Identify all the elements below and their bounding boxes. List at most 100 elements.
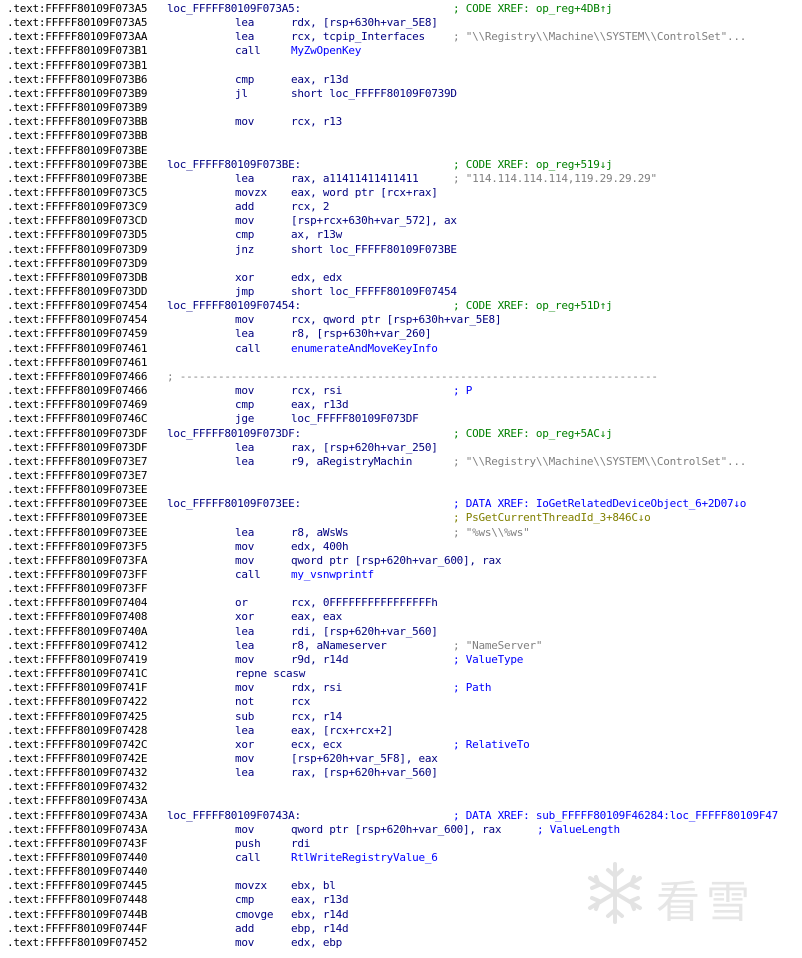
cross-reference-comment: ; PsGetCurrentThreadId_3+846C↓o <box>453 511 651 525</box>
instruction-operands: rdi, [rsp+620h+var_560] <box>291 624 438 638</box>
listing-line[interactable]: .text:FFFFF80109F073EE loc_FFFFF80109F073… <box>7 497 802 511</box>
listing-line[interactable]: .text:FFFFF80109F0741F mov rdx, rsi ; Path <box>7 681 802 695</box>
listing-line[interactable]: .text:FFFFF80109F073E7 <box>7 469 802 483</box>
cross-reference-comment: ; CODE XREF: op_reg+5AC↓j <box>453 426 613 440</box>
listing-line[interactable]: .text:FFFFF80109F0741C repne scasw <box>7 667 802 681</box>
listing-line[interactable]: .text:FFFFF80109F073B9 <box>7 101 802 115</box>
listing-line[interactable]: .text:FFFFF80109F0743A <box>7 794 802 808</box>
listing-line[interactable]: .text:FFFFF80109F0742C xor ecx, ecx ; Relat… <box>7 738 802 752</box>
listing-line[interactable]: .text:FFFFF80109F0746C jge loc_FFFFF80109F… <box>7 412 802 426</box>
listing-line[interactable]: .text:FFFFF80109F073EE ; PsGetCurrentThre… <box>7 511 802 525</box>
listing-line[interactable]: .text:FFFFF80109F073EE lea r8, aWsWs ; "%ws… <box>7 526 802 540</box>
listing-line[interactable]: .text:FFFFF80109F07432 lea rax, [rsp+620h+… <box>7 766 802 780</box>
disassembly-listing[interactable]: .text:FFFFF80109F073A5 loc_FFFFF80109F073… <box>0 0 802 958</box>
instruction-mnemonic: lea <box>235 171 255 185</box>
listing-line[interactable]: .text:FFFFF80109F07469 cmp eax, r13d <box>7 398 802 412</box>
instruction-operands: my_vsnwprintf <box>291 568 374 581</box>
instruction-mnemonic: mov <box>235 652 255 666</box>
listing-line[interactable]: .text:FFFFF80109F073BE lea rax, a114114114… <box>7 172 802 186</box>
listing-line[interactable]: .text:FFFFF80109F07412 lea r8, aNameserver… <box>7 639 802 653</box>
instruction-operands: rcx <box>291 695 311 709</box>
line-address: .text:FFFFF80109F0746C <box>7 412 148 426</box>
line-address: .text:FFFFF80109F07432 <box>7 780 148 794</box>
listing-line[interactable]: .text:FFFFF80109F07461 <box>7 356 802 370</box>
code-label: loc_FFFFF80109F073EE: <box>167 497 301 511</box>
instruction-mnemonic: cmp <box>235 228 255 242</box>
listing-line[interactable]: .text:FFFFF80109F073BE loc_FFFFF80109F073… <box>7 158 802 172</box>
listing-line[interactable]: .text:FFFFF80109F073B1 <box>7 59 802 73</box>
listing-line[interactable]: .text:FFFFF80109F0743F push rdi <box>7 837 802 851</box>
listing-line[interactable]: .text:FFFFF80109F07408 xor eax, eax <box>7 610 802 624</box>
line-comment: ; RelativeTo <box>453 737 530 751</box>
listing-line[interactable]: .text:FFFFF80109F073AA lea rcx, tcpip_Inte… <box>7 30 802 44</box>
listing-line[interactable]: .text:FFFFF80109F07432 <box>7 780 802 794</box>
line-address: .text:FFFFF80109F0741C <box>7 667 148 681</box>
listing-line[interactable]: .text:FFFFF80109F073C5 movzx eax, word ptr… <box>7 186 802 200</box>
listing-line[interactable]: .text:FFFFF80109F073FF call my_vsnwprintf <box>7 568 802 582</box>
listing-line[interactable]: .text:FFFFF80109F07466 mov rcx, rsi ; P <box>7 384 802 398</box>
listing-line[interactable]: .text:FFFFF80109F07454 mov rcx, qword ptr … <box>7 313 802 327</box>
listing-line[interactable]: .text:FFFFF80109F073DB xor edx, edx <box>7 271 802 285</box>
instruction-mnemonic: mov <box>235 681 255 695</box>
listing-line[interactable]: .text:FFFFF80109F073D5 cmp ax, r13w <box>7 228 802 242</box>
listing-line[interactable]: .text:FFFFF80109F073A5 loc_FFFFF80109F073… <box>7 2 802 16</box>
instruction-operands: rcx, 0FFFFFFFFFFFFFFFFh <box>291 596 438 610</box>
listing-line[interactable]: .text:FFFFF80109F073DF lea rax, [rsp+620h+… <box>7 441 802 455</box>
listing-line[interactable]: .text:FFFFF80109F0742E mov [rsp+620h+var_5… <box>7 752 802 766</box>
listing-line[interactable]: .text:FFFFF80109F07404 or rcx, 0FFFFFFFFFF… <box>7 596 802 610</box>
listing-line[interactable]: .text:FFFFF80109F07428 lea eax, [rcx+rcx+2… <box>7 724 802 738</box>
listing-line[interactable]: .text:FFFFF80109F073B6 cmp eax, r13d <box>7 73 802 87</box>
instruction-mnemonic: mov <box>235 822 255 836</box>
listing-line[interactable]: .text:FFFFF80109F073C9 add rcx, 2 <box>7 200 802 214</box>
instruction-operands: ax, r13w <box>291 228 342 242</box>
listing-line[interactable]: .text:FFFFF80109F0740A lea rdi, [rsp+620h+… <box>7 625 802 639</box>
listing-line[interactable]: .text:FFFFF80109F073BE <box>7 144 802 158</box>
line-address: .text:FFFFF80109F07440 <box>7 865 148 879</box>
listing-line[interactable]: .text:FFFFF80109F07461 call enumerateAndMo… <box>7 342 802 356</box>
listing-line[interactable]: .text:FFFFF80109F073FA mov qword ptr [rsp+… <box>7 554 802 568</box>
listing-line[interactable]: .text:FFFFF80109F073D9 <box>7 257 802 271</box>
cross-reference-comment: ; DATA XREF: IoGetRelatedDeviceObject_6+… <box>453 497 747 511</box>
listing-line[interactable]: .text:FFFFF80109F073DF loc_FFFFF80109F073… <box>7 427 802 441</box>
listing-line[interactable]: .text:FFFFF80109F073D9 jnz short loc_FFFFF… <box>7 243 802 257</box>
listing-line[interactable]: .text:FFFFF80109F0743A loc_FFFFF80109F074… <box>7 809 802 823</box>
instruction-operands: rax, [rsp+620h+var_560] <box>291 766 438 780</box>
line-address: .text:FFFFF80109F073BB <box>7 129 148 143</box>
instruction-operands: loc_FFFFF80109F073DF <box>291 412 419 426</box>
instruction-mnemonic: repne scasw <box>235 667 306 681</box>
listing-line[interactable]: .text:FFFFF80109F07422 not rcx <box>7 695 802 709</box>
instruction-mnemonic: lea <box>235 440 255 454</box>
listing-line[interactable]: .text:FFFFF80109F073BB mov rcx, r13 <box>7 115 802 129</box>
listing-line[interactable]: .text:FFFFF80109F073F5 mov edx, 400h <box>7 540 802 554</box>
listing-line[interactable]: .text:FFFFF80109F073B1 call MyZwOpenKey <box>7 44 802 58</box>
line-address: .text:FFFFF80109F073BB <box>7 115 148 129</box>
listing-line[interactable]: .text:FFFFF80109F07454 loc_FFFFF80109F074… <box>7 299 802 313</box>
listing-line[interactable]: .text:FFFFF80109F0743A mov qword ptr [rsp+… <box>7 823 802 837</box>
listing-line[interactable]: .text:FFFFF80109F073FF <box>7 582 802 596</box>
instruction-mnemonic: lea <box>235 525 255 539</box>
listing-line[interactable]: .text:FFFFF80109F07466 ; ----------------… <box>7 370 802 384</box>
line-address: .text:FFFFF80109F07454 <box>7 313 148 327</box>
listing-line[interactable]: .text:FFFFF80109F07419 mov r9d, r14d ; Valu… <box>7 653 802 667</box>
listing-line[interactable]: .text:FFFFF80109F073A5 lea rdx, [rsp+630h+… <box>7 16 802 30</box>
listing-line[interactable]: .text:FFFFF80109F073BB <box>7 129 802 143</box>
listing-line[interactable]: .text:FFFFF80109F07425 sub rcx, r14 <box>7 710 802 724</box>
instruction-mnemonic: cmovge <box>235 907 274 921</box>
instruction-operands: rdi <box>291 836 311 850</box>
listing-line[interactable]: .text:FFFFF80109F07452 mov edx, ebp <box>7 936 802 950</box>
listing-line[interactable]: .text:FFFFF80109F073B9 jl short loc_FFFFF8… <box>7 87 802 101</box>
instruction-operands: RtlWriteRegistryValue_6 <box>291 851 438 864</box>
listing-line[interactable]: .text:FFFFF80109F073DD jmp short loc_FFFFF… <box>7 285 802 299</box>
instruction-mnemonic: call <box>235 341 261 355</box>
listing-line[interactable]: .text:FFFFF80109F073CD mov [rsp+rcx+630h+v… <box>7 214 802 228</box>
instruction-operands: rcx, r13 <box>291 115 342 129</box>
line-address: .text:FFFFF80109F07466 <box>7 384 148 398</box>
listing-line[interactable]: .text:FFFFF80109F073E7 lea r9, aRegistryMa… <box>7 455 802 469</box>
instruction-operands: rcx, rsi <box>291 384 342 398</box>
listing-line[interactable]: .text:FFFFF80109F073EE <box>7 483 802 497</box>
code-label: loc_FFFFF80109F073DF: <box>167 426 301 440</box>
line-address: .text:FFFFF80109F07461 <box>7 341 148 355</box>
instruction-mnemonic: mov <box>235 384 255 398</box>
listing-line[interactable]: .text:FFFFF80109F07459 lea r8, [rsp+630h+v… <box>7 327 802 341</box>
snowflake-logo-icon <box>588 862 642 924</box>
